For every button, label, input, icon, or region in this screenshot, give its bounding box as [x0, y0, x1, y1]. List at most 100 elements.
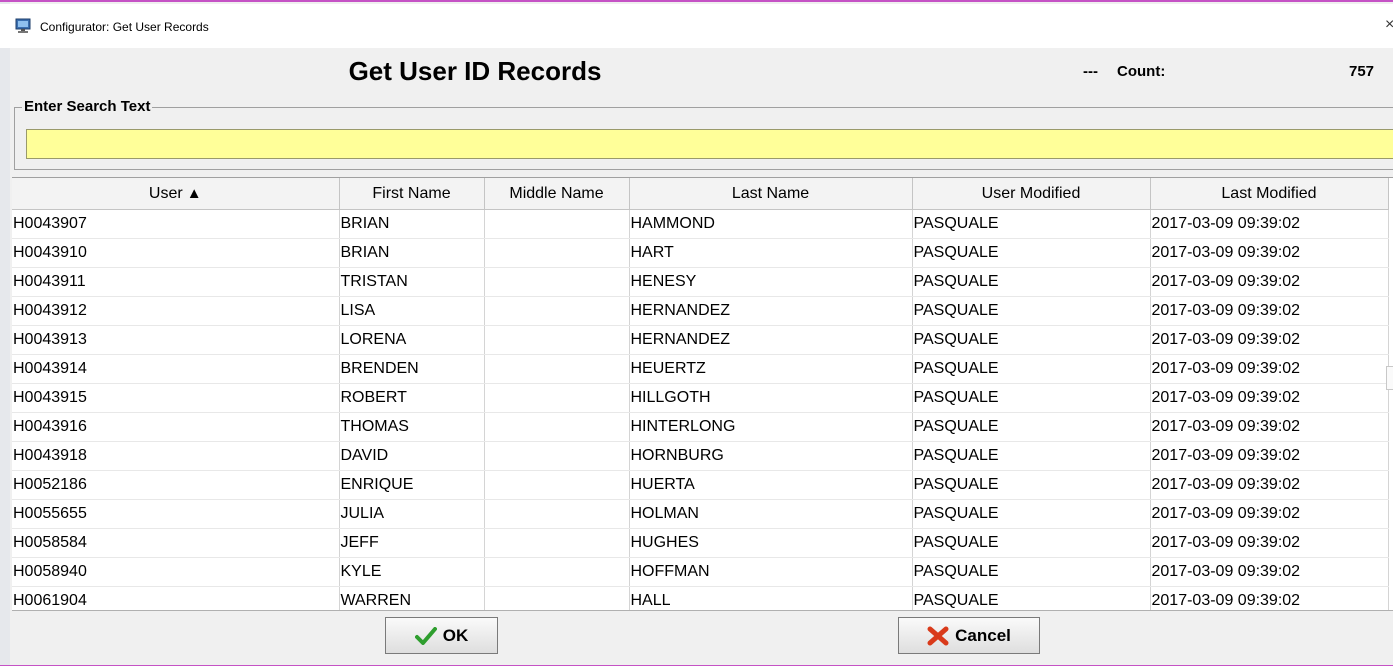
cell-last-modified: 2017-03-09 09:39:02	[1150, 238, 1389, 268]
cell-user-modified: PASQUALE	[912, 528, 1151, 558]
column-header-first-name[interactable]: First Name	[339, 178, 485, 210]
cell-last-modified: 2017-03-09 09:39:02	[1150, 267, 1389, 297]
cell-first-name: ENRIQUE	[339, 470, 485, 500]
table-row[interactable]: H0043916 THOMAS HINTERLONG PASQUALE 2017-03-…	[12, 412, 1389, 442]
cell-user-modified: PASQUALE	[912, 267, 1151, 297]
cell-middle-name	[484, 209, 630, 239]
table-row[interactable]: H0058940 KYLE HOFFMAN PASQUALE 2017-03-09 09…	[12, 557, 1389, 587]
cell-middle-name	[484, 267, 630, 297]
cell-last-modified: 2017-03-09 09:39:02	[1150, 412, 1389, 442]
cell-last-name: HENESY	[629, 267, 913, 297]
cell-user-modified: PASQUALE	[912, 470, 1151, 500]
search-legend: Enter Search Text	[22, 98, 153, 115]
cell-first-name: BRIAN	[339, 209, 485, 239]
app-computer-icon	[15, 18, 31, 34]
window-left-edge	[0, 2, 10, 666]
cell-first-name: LORENA	[339, 325, 485, 355]
cell-first-name: ROBERT	[339, 383, 485, 413]
cell-user: H0043911	[12, 267, 340, 297]
cell-middle-name	[484, 296, 630, 326]
cell-user: H0052186	[12, 470, 340, 500]
cell-first-name: TRISTAN	[339, 267, 485, 297]
table-row[interactable]: H0043910 BRIAN HART PASQUALE 2017-03-09 09:3…	[12, 238, 1389, 268]
cell-user-modified: PASQUALE	[912, 383, 1151, 413]
cell-last-modified: 2017-03-09 09:39:02	[1150, 470, 1389, 500]
column-header-user[interactable]: User ▲	[12, 178, 340, 210]
cell-last-name: HERNANDEZ	[629, 296, 913, 326]
cell-last-name: HINTERLONG	[629, 412, 913, 442]
cell-user: H0043913	[12, 325, 340, 355]
table-row[interactable]: H0058584 JEFF HUGHES PASQUALE 2017-03-09 09:…	[12, 528, 1389, 558]
cell-user: H0043912	[12, 296, 340, 326]
cell-last-modified: 2017-03-09 09:39:02	[1150, 557, 1389, 587]
record-count: 757	[1349, 63, 1375, 80]
cell-middle-name	[484, 412, 630, 442]
cell-last-modified: 2017-03-09 09:39:02	[1150, 441, 1389, 471]
cell-middle-name	[484, 470, 630, 500]
cell-user-modified: PASQUALE	[912, 325, 1151, 355]
scrollbar-thumb[interactable]	[1386, 366, 1393, 390]
cell-last-modified: 2017-03-09 09:39:02	[1150, 209, 1389, 239]
cell-last-name: HUERTA	[629, 470, 913, 500]
table-row[interactable]: H0043914 BRENDEN HEUERTZ PASQUALE 2017-03-09…	[12, 354, 1389, 384]
cell-first-name: BRIAN	[339, 238, 485, 268]
cell-last-modified: 2017-03-09 09:39:02	[1150, 325, 1389, 355]
records-grid[interactable]: User ▲ First Name Middle Name Last Name U…	[12, 177, 1393, 611]
cell-first-name: KYLE	[339, 557, 485, 587]
ok-button[interactable]: OK	[385, 617, 498, 654]
cell-user-modified: PASQUALE	[912, 354, 1151, 384]
cell-last-modified: 2017-03-09 09:39:02	[1150, 296, 1389, 326]
table-row[interactable]: H0043913 LORENA HERNANDEZ PASQUALE 2017-03-0…	[12, 325, 1389, 355]
cell-middle-name	[484, 354, 630, 384]
cell-last-name: HART	[629, 238, 913, 268]
cell-user-modified: PASQUALE	[912, 441, 1151, 471]
column-header-middle-name[interactable]: Middle Name	[484, 178, 630, 210]
cell-first-name: JEFF	[339, 528, 485, 558]
table-row[interactable]: H0055655 JULIA HOLMAN PASQUALE 2017-03-09 09…	[12, 499, 1389, 529]
cell-middle-name	[484, 557, 630, 587]
sort-ascending-icon: ▲	[186, 184, 202, 202]
cell-user: H0043914	[12, 354, 340, 384]
ok-button-label: OK	[442, 625, 469, 645]
table-row[interactable]: H0061904 WARREN HALL PASQUALE 2017-03-09 09:…	[12, 586, 1389, 611]
cancel-button[interactable]: Cancel	[898, 617, 1040, 654]
cell-first-name: DAVID	[339, 441, 485, 471]
cell-middle-name	[484, 441, 630, 471]
cell-user: H0055655	[12, 499, 340, 529]
cell-last-modified: 2017-03-09 09:39:02	[1150, 586, 1389, 611]
table-row[interactable]: H0052186 ENRIQUE HUERTA PASQUALE 2017-03-09 …	[12, 470, 1389, 500]
cell-user-modified: PASQUALE	[912, 586, 1151, 611]
table-header-row: User ▲ First Name Middle Name Last Name U…	[12, 178, 1389, 210]
cell-last-modified: 2017-03-09 09:39:02	[1150, 499, 1389, 529]
records-table: User ▲ First Name Middle Name Last Name U…	[12, 178, 1389, 611]
cell-user: H0058940	[12, 557, 340, 587]
column-header-last-name[interactable]: Last Name	[629, 178, 913, 210]
table-row[interactable]: H0043918 DAVID HORNBURG PASQUALE 2017-03-09 …	[12, 441, 1389, 471]
cell-middle-name	[484, 325, 630, 355]
table-row[interactable]: H0043915 ROBERT HILLGOTH PASQUALE 2017-03-09…	[12, 383, 1389, 413]
cell-middle-name	[484, 499, 630, 529]
cell-middle-name	[484, 528, 630, 558]
title-bar[interactable]: Configurator: Get User Records ×	[0, 4, 1393, 48]
column-header-user-modified[interactable]: User Modified	[912, 178, 1151, 210]
cell-last-name: HOFFMAN	[629, 557, 913, 587]
cancel-button-label: Cancel	[955, 625, 1011, 645]
cell-last-modified: 2017-03-09 09:39:02	[1150, 383, 1389, 413]
search-input[interactable]	[26, 129, 1393, 159]
count-separator: ---	[1083, 63, 1098, 80]
cell-last-name: HERNANDEZ	[629, 325, 913, 355]
cell-last-name: HUGHES	[629, 528, 913, 558]
cell-middle-name	[484, 586, 630, 611]
table-row[interactable]: H0043907 BRIAN HAMMOND PASQUALE 2017-03-09 0…	[12, 209, 1389, 239]
cell-last-name: HORNBURG	[629, 441, 913, 471]
table-row[interactable]: H0043912 LISA HERNANDEZ PASQUALE 2017-03-09 …	[12, 296, 1389, 326]
cell-user: H0043910	[12, 238, 340, 268]
table-row[interactable]: H0043911 TRISTAN HENESY PASQUALE 2017-03-09 …	[12, 267, 1389, 297]
column-header-last-modified[interactable]: Last Modified	[1150, 178, 1389, 210]
close-icon[interactable]: ×	[1385, 16, 1393, 34]
page-title: Get User ID Records	[348, 56, 602, 86]
dialog-window: Configurator: Get User Records × Get Use…	[0, 0, 1393, 666]
cell-first-name: THOMAS	[339, 412, 485, 442]
cell-user: H0061904	[12, 586, 340, 611]
cell-last-name: HILLGOTH	[629, 383, 913, 413]
